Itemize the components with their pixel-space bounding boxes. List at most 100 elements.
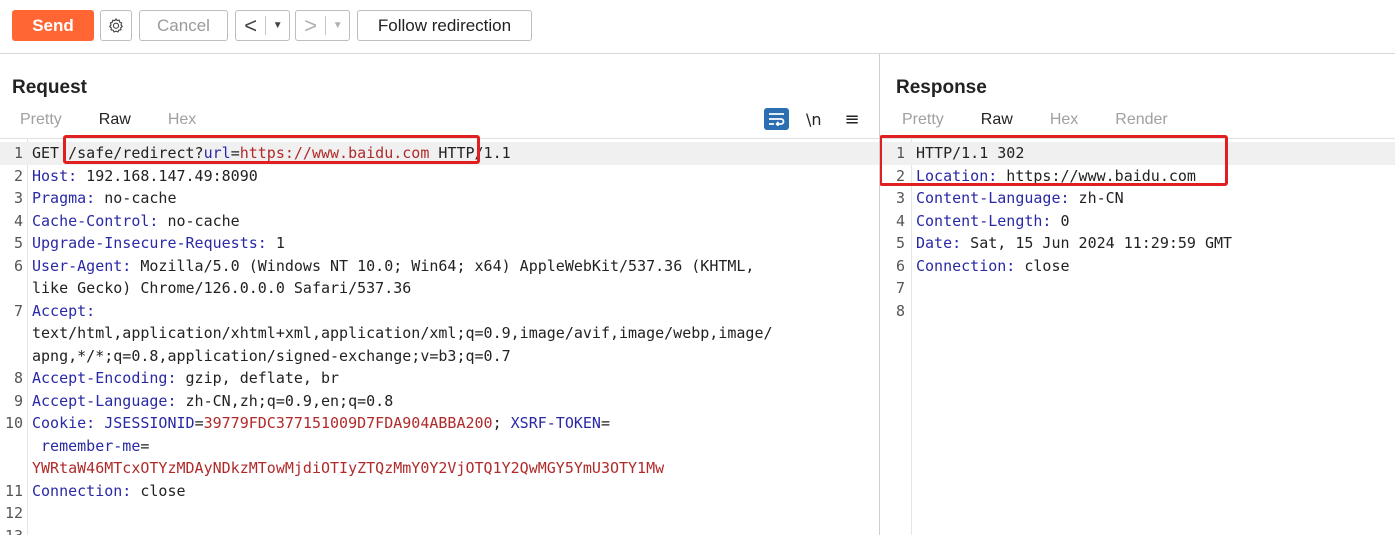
editor-tools: \n ≡ xyxy=(764,108,860,130)
code-line[interactable]: 12 xyxy=(0,502,879,525)
request-panel: Request Pretty Raw Hex \n ≡ 1 GET /safe/r… xyxy=(0,54,880,535)
line-number: 11 xyxy=(4,481,23,500)
line-text[interactable]: Date: Sat, 15 Jun 2024 11:29:59 GMT xyxy=(916,232,1232,255)
follow-redirection-button[interactable]: Follow redirection xyxy=(357,10,532,41)
dropdown-caret-icon[interactable]: ▼ xyxy=(326,20,349,31)
settings-button[interactable] xyxy=(100,10,132,41)
line-text[interactable]: User-Agent: Mozilla/5.0 (Windows NT 10.0… xyxy=(32,255,754,278)
chevron-right-icon[interactable]: > xyxy=(296,13,325,39)
tab-render[interactable]: Render xyxy=(1115,111,1167,133)
line-number: 10 xyxy=(4,414,23,432)
code-line[interactable]: 5 Upgrade-Insecure-Requests: 1 xyxy=(0,232,879,255)
line-text[interactable]: Accept-Language: zh-CN,zh;q=0.9,en;q=0.8 xyxy=(32,390,393,413)
code-line[interactable]: 13 xyxy=(0,525,879,535)
line-text[interactable]: Accept: xyxy=(32,300,95,323)
code-line[interactable]: 7 xyxy=(880,277,1395,300)
response-code[interactable]: 1 HTTP/1.1 302 2 Location: https://www.baid… xyxy=(880,142,1395,322)
line-number: 8 xyxy=(13,369,23,387)
line-number: 1 xyxy=(13,144,23,162)
line-text[interactable]: like Gecko) Chrome/126.0.0.0 Safari/537.… xyxy=(32,277,411,300)
code-line[interactable]: apng,*/*;q=0.8,application/signed-exchan… xyxy=(0,345,879,368)
code-line[interactable]: like Gecko) Chrome/126.0.0.0 Safari/537.… xyxy=(0,277,879,300)
line-text[interactable]: Host: 192.168.147.49:8090 xyxy=(32,165,258,188)
line-text[interactable]: remember-me= xyxy=(32,435,149,458)
tab-hex[interactable]: Hex xyxy=(1050,111,1078,133)
line-number: 4 xyxy=(895,211,905,230)
code-line[interactable]: 8 xyxy=(880,300,1395,323)
line-text[interactable]: GET /safe/redirect?url=https://www.baidu… xyxy=(32,142,511,165)
code-line[interactable]: 3 Content-Language: zh-CN xyxy=(880,187,1395,210)
chevron-left-icon[interactable]: < xyxy=(236,13,265,39)
code-line[interactable]: 4 Content-Length: 0 xyxy=(880,210,1395,233)
line-text[interactable]: Cache-Control: no-cache xyxy=(32,210,240,233)
request-title: Request xyxy=(12,77,87,98)
line-text[interactable]: Upgrade-Insecure-Requests: 1 xyxy=(32,232,285,255)
line-number: 8 xyxy=(895,301,905,320)
line-number: 4 xyxy=(13,211,23,230)
tab-hex[interactable]: Hex xyxy=(168,111,196,133)
line-number: 5 xyxy=(13,234,23,252)
line-text[interactable]: HTTP/1.1 302 xyxy=(916,142,1024,165)
line-text[interactable]: text/html,application/xhtml+xml,applicat… xyxy=(32,322,773,345)
code-line[interactable]: 4 Cache-Control: no-cache xyxy=(0,210,879,233)
menu-icon[interactable]: ≡ xyxy=(845,109,860,130)
line-text[interactable]: Cookie: JSESSIONID=39779FDC377151009D7FD… xyxy=(32,412,610,435)
code-line[interactable]: 2 Location: https://www.baidu.com xyxy=(880,165,1395,188)
line-number: 13 xyxy=(0,525,23,535)
forward-button-group[interactable]: > ▼ xyxy=(295,10,350,41)
line-text[interactable]: Content-Language: zh-CN xyxy=(916,187,1124,210)
newline-toggle-icon[interactable]: \n xyxy=(806,110,822,129)
code-line[interactable]: 5 Date: Sat, 15 Jun 2024 11:29:59 GMT xyxy=(880,232,1395,255)
code-line[interactable]: YWRtaW46MTcxOTYzMDAyNDkzMTowMjdiOTIyZTQz… xyxy=(0,457,879,480)
line-text[interactable]: Connection: close xyxy=(916,255,1070,278)
back-button-group[interactable]: < ▼ xyxy=(235,10,290,41)
code-line[interactable]: 1 HTTP/1.1 302 xyxy=(880,142,1395,165)
line-text[interactable]: apng,*/*;q=0.8,application/signed-exchan… xyxy=(32,345,511,368)
dropdown-caret-icon[interactable]: ▼ xyxy=(266,20,289,31)
line-number: 6 xyxy=(895,256,905,275)
response-tabs: Pretty Raw Hex Render xyxy=(902,111,1205,133)
line-number: 3 xyxy=(13,189,23,207)
line-number: 12 xyxy=(4,504,23,522)
code-line[interactable]: remember-me= xyxy=(0,435,879,458)
line-text[interactable]: Accept-Encoding: gzip, deflate, br xyxy=(32,367,339,390)
line-text[interactable]: Connection: close xyxy=(32,480,186,503)
code-line[interactable]: 6 Connection: close xyxy=(880,255,1395,278)
response-title: Response xyxy=(896,77,987,98)
line-number: 7 xyxy=(895,279,905,297)
line-number: 2 xyxy=(13,166,23,185)
request-code[interactable]: 1 GET /safe/redirect?url=https://www.baid… xyxy=(0,142,879,535)
code-line[interactable]: 9 Accept-Language: zh-CN,zh;q=0.9,en;q=0.… xyxy=(0,390,879,413)
tab-pretty[interactable]: Pretty xyxy=(20,111,62,133)
request-editor[interactable]: 1 GET /safe/redirect?url=https://www.baid… xyxy=(0,135,879,535)
line-text[interactable]: Location: https://www.baidu.com xyxy=(916,165,1196,188)
response-editor[interactable]: 1 HTTP/1.1 302 2 Location: https://www.baid… xyxy=(880,135,1395,535)
line-number: 9 xyxy=(13,391,23,410)
request-tabs: Pretty Raw Hex xyxy=(20,111,233,133)
code-line[interactable]: 2 Host: 192.168.147.49:8090 xyxy=(0,165,879,188)
tab-raw[interactable]: Raw xyxy=(99,111,131,133)
line-text[interactable]: YWRtaW46MTcxOTYzMDAyNDkzMTowMjdiOTIyZTQz… xyxy=(32,457,664,480)
line-number: 1 xyxy=(895,144,905,162)
code-line[interactable]: 10 Cookie: JSESSIONID=39779FDC377151009D7… xyxy=(0,412,879,435)
code-line[interactable]: 6 User-Agent: Mozilla/5.0 (Windows NT 10.… xyxy=(0,255,879,278)
code-line[interactable]: 8 Accept-Encoding: gzip, deflate, br xyxy=(0,367,879,390)
line-text[interactable]: Pragma: no-cache xyxy=(32,187,177,210)
line-number: 3 xyxy=(895,189,905,207)
code-line[interactable]: 7 Accept: xyxy=(0,300,879,323)
line-number: 7 xyxy=(13,301,23,320)
tab-raw[interactable]: Raw xyxy=(981,111,1013,133)
line-number: 2 xyxy=(895,166,905,185)
toolbar: Send Cancel < ▼ > ▼ Follow redirection xyxy=(0,0,1395,54)
line-text[interactable]: Content-Length: 0 xyxy=(916,210,1070,233)
line-number: 6 xyxy=(13,256,23,275)
tab-pretty[interactable]: Pretty xyxy=(902,111,944,133)
cancel-button[interactable]: Cancel xyxy=(139,10,228,41)
word-wrap-icon[interactable] xyxy=(764,108,789,130)
gear-icon xyxy=(109,17,123,33)
code-line[interactable]: text/html,application/xhtml+xml,applicat… xyxy=(0,322,879,345)
code-line[interactable]: 11 Connection: close xyxy=(0,480,879,503)
code-line[interactable]: 3 Pragma: no-cache xyxy=(0,187,879,210)
code-line[interactable]: 1 GET /safe/redirect?url=https://www.baid… xyxy=(0,142,879,165)
send-button[interactable]: Send xyxy=(12,10,94,41)
